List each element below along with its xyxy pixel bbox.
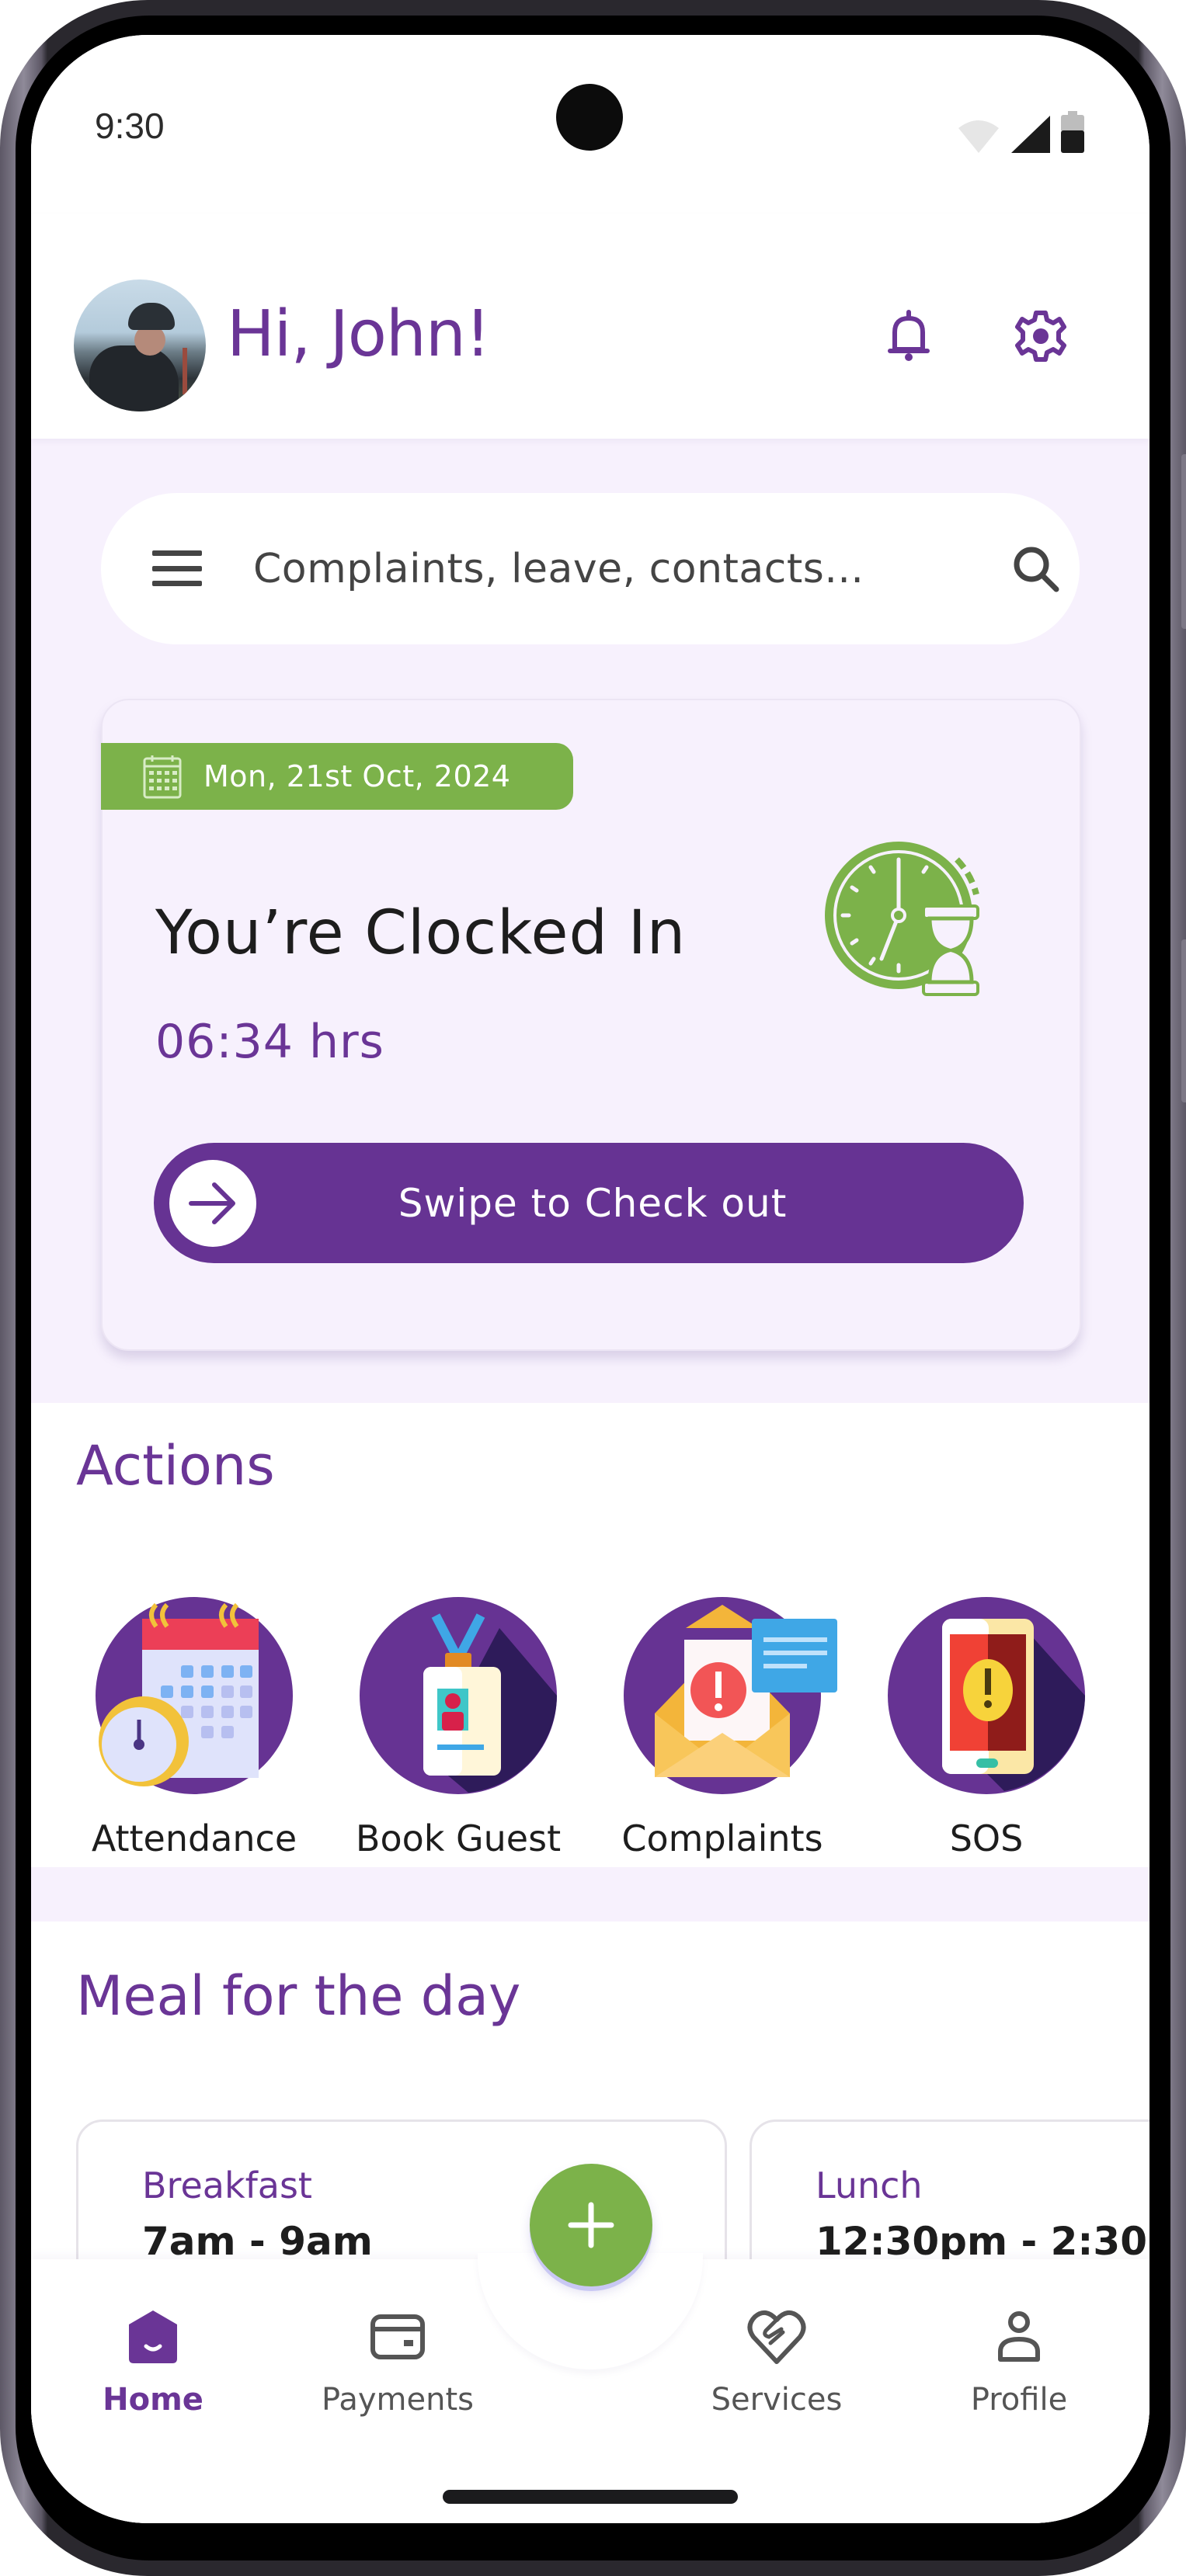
add-fab-button[interactable]: [530, 2164, 652, 2286]
calendar-icon: [143, 755, 182, 799]
search-bar: [101, 493, 1080, 644]
action-label: SOS: [949, 1817, 1024, 1859]
phone-alert-icon: [942, 1619, 1085, 1791]
meal-name: Lunch: [816, 2165, 923, 2206]
cellular-signal-icon: [1011, 116, 1050, 153]
nav-label: Home: [103, 2382, 203, 2418]
bell-icon: [888, 310, 930, 361]
action-book-guest[interactable]: Book Guest: [326, 1597, 590, 1859]
nav-label: Services: [711, 2382, 843, 2418]
arrow-right-icon: [189, 1182, 235, 1224]
nav-item-payments[interactable]: Payments: [312, 2306, 483, 2418]
attendance-card: Mon, 21st Oct, 2024 You’re Clocked In 06…: [101, 699, 1081, 1351]
meal-time: 7am - 9am: [142, 2219, 373, 2264]
hamburger-menu-icon[interactable]: [152, 550, 202, 586]
power-button: [1181, 939, 1186, 1102]
front-camera: [556, 84, 623, 151]
nav-item-services[interactable]: Services: [691, 2306, 862, 2418]
search-input[interactable]: [253, 532, 952, 606]
id-badge-icon: [423, 1613, 557, 1793]
actions-list: Attendance Book Guest Complaints SOS: [62, 1597, 1149, 1859]
action-label: Complaints: [621, 1817, 823, 1859]
person-icon: [998, 2311, 1040, 2362]
envelope-alert-icon: [655, 1605, 837, 1777]
settings-button[interactable]: [1011, 307, 1070, 366]
app-header: Hi, John!: [31, 214, 1149, 439]
clock-status-title: You’re Clocked In: [155, 898, 687, 968]
action-complaints[interactable]: Complaints: [590, 1597, 854, 1859]
wallet-icon: [370, 2314, 425, 2359]
plus-icon: [568, 2202, 614, 2248]
current-date: Mon, 21st Oct, 2024: [203, 759, 511, 793]
volume-button: [1181, 454, 1186, 629]
greeting-title: Hi, John!: [227, 297, 491, 371]
meal-time: 12:30pm - 2:30pm: [816, 2219, 1149, 2264]
clock-hourglass-icon: [825, 842, 979, 996]
heart-handshake-icon: [747, 2310, 806, 2364]
swipe-label: Swipe to Check out: [398, 1180, 788, 1226]
bottom-navigation: Home Payments Services Profile: [31, 2253, 1149, 2523]
clocked-hours: 06:34 hrs: [155, 1015, 384, 1069]
nav-item-home[interactable]: Home: [68, 2306, 238, 2418]
status-time: 9:30: [95, 106, 165, 146]
search-icon[interactable]: [1008, 541, 1064, 597]
home-indicator[interactable]: [443, 2490, 738, 2504]
swipe-handle[interactable]: [169, 1160, 256, 1247]
action-attendance[interactable]: Attendance: [62, 1597, 326, 1859]
status-icons: [957, 111, 1084, 153]
action-label: Attendance: [91, 1817, 297, 1859]
gear-icon: [1015, 311, 1066, 362]
nav-label: Profile: [970, 2382, 1068, 2418]
date-badge: Mon, 21st Oct, 2024: [101, 743, 573, 810]
nav-label: Payments: [322, 2382, 474, 2418]
notifications-button[interactable]: [879, 307, 938, 366]
meal-name: Breakfast: [142, 2165, 312, 2206]
home-icon: [129, 2310, 177, 2363]
calendar-clock-icon: [99, 1602, 259, 1786]
action-label: Book Guest: [355, 1817, 562, 1859]
app-screen: 9:30 Hi, John! Complaints, leave, contac…: [31, 35, 1149, 2523]
actions-title: Actions: [76, 1434, 275, 1498]
action-sos[interactable]: SOS: [854, 1597, 1118, 1859]
battery-icon: [1061, 111, 1084, 153]
wifi-icon: [958, 120, 999, 153]
status-bar: 9:30: [31, 35, 1149, 214]
avatar[interactable]: [74, 279, 206, 411]
meal-title: Meal for the day: [76, 1964, 521, 2028]
actions-section: Actions Attendance Book Guest Complaints…: [31, 1403, 1149, 1867]
nav-item-profile[interactable]: Profile: [934, 2306, 1104, 2418]
swipe-to-checkout-slider[interactable]: Swipe to Check out: [154, 1143, 1024, 1263]
